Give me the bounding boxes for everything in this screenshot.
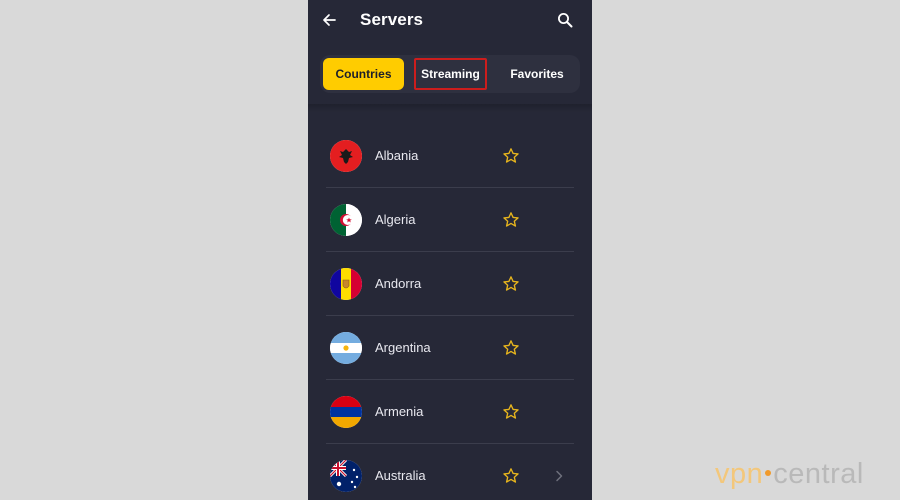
country-name: Armenia [375,404,424,419]
favorite-star-icon[interactable] [501,274,521,294]
favorite-star-icon[interactable] [501,402,521,422]
tab-countries[interactable]: Countries [323,58,404,90]
header-divider [308,104,592,112]
watermark-text-vpn: vpn [715,458,764,490]
favorite-star-icon[interactable] [501,146,521,166]
watermark-text-central: central [773,458,864,490]
server-tabs: Countries Streaming Favorites [320,55,580,93]
watermark-dot [765,469,772,476]
site-watermark-logo: vpn central [715,458,864,491]
country-list: Albania Algeria Andorra Argentina Armeni… [326,124,574,500]
tab-favorites[interactable]: Favorites [496,58,578,90]
country-row-armenia[interactable]: Armenia [326,380,574,444]
favorite-star-icon[interactable] [501,210,521,230]
country-row-argentina[interactable]: Argentina [326,316,574,380]
page-title: Servers [360,10,424,29]
favorite-star-icon[interactable] [501,338,521,358]
andorra-flag-icon [330,268,362,300]
country-name: Argentina [375,340,431,355]
country-row-australia[interactable]: Australia [326,444,574,500]
app-screen: Servers Countries Streaming Favorites Al… [308,0,592,500]
algeria-flag-icon [330,204,362,236]
country-row-andorra[interactable]: Andorra [326,252,574,316]
albania-flag-icon [330,140,362,172]
country-name: Andorra [375,276,422,291]
search-button[interactable] [554,9,576,31]
country-name: Albania [375,148,419,163]
chevron-right-icon[interactable] [552,467,566,485]
favorite-star-icon[interactable] [501,466,521,486]
argentina-flag-icon [330,332,362,364]
country-row-algeria[interactable]: Algeria [326,188,574,252]
arrow-left-icon [323,14,336,26]
tab-streaming[interactable]: Streaming [414,58,487,90]
top-bar: Servers [308,0,592,44]
country-name: Australia [375,468,426,483]
back-button[interactable] [318,9,340,31]
country-row-albania[interactable]: Albania [326,124,574,188]
search-icon [558,13,573,28]
country-name: Algeria [375,212,416,227]
armenia-flag-icon [330,396,362,428]
australia-flag-icon [330,460,362,492]
